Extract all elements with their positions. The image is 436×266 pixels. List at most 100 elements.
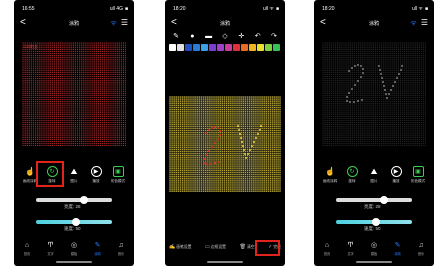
drawing-canvas[interactable] xyxy=(169,96,281,192)
draw-toolbar: ✎ ● ▬ ◇ ✛ ↶ ↷ xyxy=(171,31,279,41)
music-icon: ♫ xyxy=(118,242,124,249)
drawn-pixel xyxy=(379,69,381,71)
back-button[interactable]: < xyxy=(171,18,177,28)
mode-effect-button[interactable]: ▣ 彩色模式 xyxy=(408,166,428,184)
drawn-pixel xyxy=(357,80,359,82)
clear-button[interactable]: 🗑 清空 xyxy=(240,244,255,250)
mode-play-button[interactable]: ▶ 播放 xyxy=(386,166,406,184)
drawn-pixel xyxy=(249,149,251,151)
color-swatch[interactable] xyxy=(257,44,264,51)
mode-image-button[interactable]: ⛰ 图片 xyxy=(64,166,84,184)
delete-icon: 🗑 xyxy=(239,244,246,250)
color-swatch[interactable] xyxy=(273,44,280,51)
tab-home[interactable]: ⌂ 首页 xyxy=(18,242,36,256)
mode-draw-button[interactable]: ☝ 画线涂鸦 xyxy=(320,166,340,184)
border-settings-button[interactable]: ▭ 边框设置 xyxy=(205,244,226,250)
drawn-pixel xyxy=(396,77,398,79)
drawn-pixel xyxy=(259,129,261,131)
signal-icon: ull 4G xyxy=(109,6,123,12)
mode-play-button[interactable]: ▶ 播放 xyxy=(86,166,106,184)
speed-slider-knob[interactable] xyxy=(72,218,80,226)
drawn-pixel xyxy=(388,93,390,95)
eraser-icon[interactable]: ◇ xyxy=(220,31,230,41)
color-swatch[interactable] xyxy=(209,44,216,51)
wifi-icon[interactable]: ᯤ xyxy=(110,19,116,28)
color-swatch[interactable] xyxy=(241,44,248,51)
rotate-icon: ↻ xyxy=(346,166,358,177)
color-swatch[interactable] xyxy=(249,44,256,51)
brush-dot-icon[interactable]: ● xyxy=(187,31,197,41)
drawn-pixel xyxy=(401,65,403,67)
tab-home[interactable]: ⌂ 首页 xyxy=(318,242,336,256)
template-icon: ◎ xyxy=(370,242,378,249)
page-title: 涂鸦 xyxy=(219,20,231,27)
mode-label: 播放 xyxy=(92,179,100,183)
drawn-pixel xyxy=(211,146,213,148)
drawn-pixel xyxy=(386,97,388,99)
mode-label: 彩色模式 xyxy=(110,179,126,183)
color-swatch[interactable] xyxy=(193,44,200,51)
led-matrix-preview[interactable] xyxy=(322,42,426,146)
tab-music[interactable]: ♫ 音乐 xyxy=(412,242,430,256)
brightness-slider-knob[interactable] xyxy=(380,196,388,204)
drawn-pixel xyxy=(362,72,364,74)
color-swatch[interactable] xyxy=(217,44,224,51)
color-swatch[interactable] xyxy=(225,44,232,51)
redo-icon[interactable]: ↷ xyxy=(269,31,279,41)
drawn-pixel xyxy=(351,88,353,90)
mode-image-button[interactable]: ⛰ 图片 xyxy=(364,166,384,184)
drawn-pixel xyxy=(362,68,364,70)
color-swatch[interactable] xyxy=(201,44,208,51)
tab-text[interactable]: Ͳ 文字 xyxy=(342,242,360,256)
brightness-slider-knob[interactable] xyxy=(80,196,88,204)
color-swatch[interactable] xyxy=(233,44,240,51)
phone-screen-3: 18:20 ull ᯤ ■ < 涂鸦 ᯤ ☰ ☝ 画线涂鸦 ↻ 旋转 ⛰ 图片 … xyxy=(314,0,434,266)
drawn-pixel xyxy=(378,65,380,67)
undo-icon[interactable]: ↶ xyxy=(253,31,263,41)
tab-bar: ⌂ 首页 Ͳ 文字 ◎ 模板 ✎ 涂鸦 ♫ 音乐 xyxy=(318,242,430,256)
phone-screen-2: 18:20 ull ᯤ ■ < 涂鸦 ✎ ● ▬ ◇ ✛ ↶ ↷ ✍ 画笔设置 ▭… xyxy=(165,0,285,266)
tab-bar: ⌂ 首页 Ͳ 文字 ◎ 模板 ✎ 涂鸦 ♫ 音乐 xyxy=(18,242,130,256)
tab-draw[interactable]: ✎ 涂鸦 xyxy=(89,242,107,256)
color-swatch[interactable] xyxy=(169,44,176,51)
tab-template[interactable]: ◎ 模板 xyxy=(65,242,83,256)
brightness-slider[interactable] xyxy=(336,196,412,204)
brightness-slider[interactable] xyxy=(36,196,112,204)
drawn-pixel xyxy=(346,96,348,98)
menu-icon[interactable]: ☰ xyxy=(121,19,128,27)
color-swatch[interactable] xyxy=(177,44,184,51)
move-icon[interactable]: ✛ xyxy=(236,31,246,41)
menu-icon[interactable]: ☰ xyxy=(421,19,428,27)
mode-rotate-button[interactable]: ↻ 旋转 xyxy=(342,166,362,184)
rect-icon[interactable]: ▬ xyxy=(204,31,214,41)
back-button[interactable]: < xyxy=(320,18,326,28)
drawn-pixel xyxy=(257,133,259,135)
drawn-pixel xyxy=(214,162,216,164)
music-icon: ♫ xyxy=(418,242,424,249)
drawn-pixel xyxy=(360,65,362,67)
nav-bar: < 涂鸦 ᯤ ☰ xyxy=(14,16,134,30)
tab-music[interactable]: ♫ 音乐 xyxy=(112,242,130,256)
wifi-icon[interactable]: ᯤ xyxy=(410,19,416,28)
drawn-pixel xyxy=(346,100,348,102)
drawn-pixel xyxy=(237,125,239,127)
mode-effect-button[interactable]: ▣ 彩色模式 xyxy=(108,166,128,184)
status-bar: 18:20 ull ᯤ ■ xyxy=(173,6,279,14)
speed-slider-knob[interactable] xyxy=(372,218,380,226)
tab-template[interactable]: ◎ 模板 xyxy=(365,242,383,256)
pen-settings-button[interactable]: ✍ 画笔设置 xyxy=(169,244,191,250)
tab-text[interactable]: Ͳ 文字 xyxy=(42,242,60,256)
drawn-pixel xyxy=(247,153,249,155)
color-swatch[interactable] xyxy=(185,44,192,51)
speed-slider[interactable] xyxy=(36,218,112,226)
pencil-icon[interactable]: ✎ xyxy=(171,31,181,41)
back-button[interactable]: < xyxy=(20,18,26,28)
text-icon: Ͳ xyxy=(347,242,354,249)
speed-slider[interactable] xyxy=(336,218,412,226)
tab-draw[interactable]: ✎ 涂鸦 xyxy=(389,242,407,256)
mode-row: ☝ 画线涂鸦 ↻ 旋转 ⛰ 图片 ▶ 播放 ▣ 彩色模式 xyxy=(320,166,428,184)
drawn-pixel xyxy=(360,76,362,78)
battery-icon: ■ xyxy=(424,6,428,12)
color-swatch[interactable] xyxy=(265,44,272,51)
led-matrix-preview[interactable] xyxy=(22,42,126,146)
